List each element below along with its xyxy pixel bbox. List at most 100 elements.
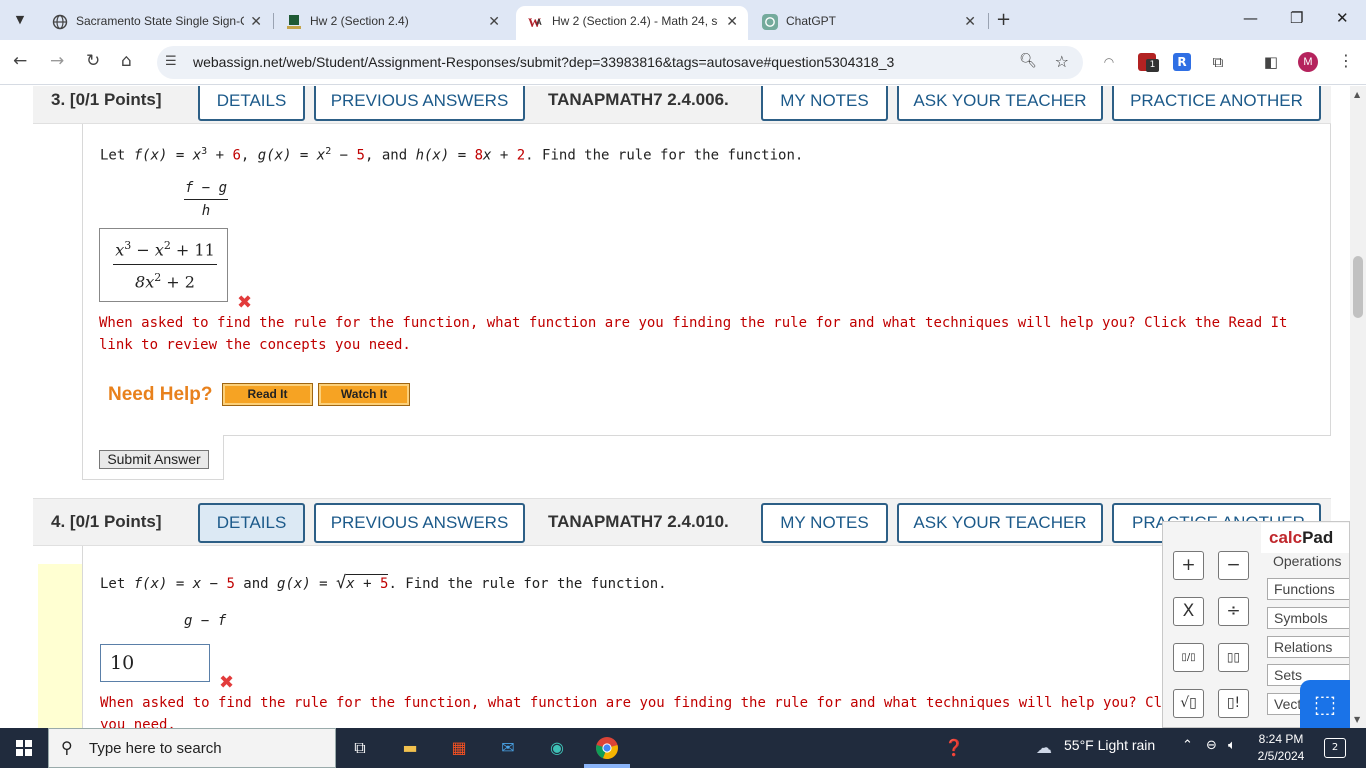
multiply-button[interactable]: X [1173, 597, 1204, 626]
clock-time: 8:24 PM [1258, 732, 1304, 746]
chrome-browser-icon[interactable] [595, 736, 619, 760]
url-text[interactable]: webassign.net/web/Student/Assignment-Res… [193, 54, 894, 70]
new-tab-icon[interactable]: + [996, 9, 1011, 30]
task-view-icon[interactable]: ⧉ [348, 736, 372, 760]
extension-shield-icon[interactable]: 1 [1138, 53, 1159, 72]
microsoft-store-icon[interactable]: ▦ [447, 736, 471, 760]
extensions-puzzle-icon[interactable]: ⧉ [1209, 53, 1227, 71]
webassign-icon: WA [528, 15, 542, 30]
network-icon[interactable]: ⊖ [1206, 738, 1217, 753]
expression-denominator: h [201, 203, 211, 219]
extension-r-icon[interactable]: R [1173, 53, 1191, 71]
taskbar-search-box[interactable]: ⚲ Type here to search [48, 728, 336, 768]
zoom-icon[interactable]: 🔍︎ [1019, 53, 1037, 69]
exponent-button[interactable]: ▯▯ [1218, 643, 1249, 672]
tab-title: Hw 2 (Section 2.4) [310, 14, 409, 28]
weather-text[interactable]: 55°F Light rain [1064, 737, 1155, 753]
details-button[interactable]: DETAILS [198, 503, 305, 543]
question-3-answer-box[interactable]: x3 − x2 + 11 8x2 + 2 [99, 228, 228, 302]
mail-icon[interactable]: ✉ [496, 736, 520, 760]
expression-numerator: f − g [184, 180, 228, 196]
close-tab-icon[interactable]: ✕ [964, 13, 976, 30]
system-clock[interactable]: 8:24 PM 2/5/2024 [1252, 731, 1310, 765]
calcpad-menu-symbols[interactable]: Symbols [1267, 607, 1349, 629]
question-3-feedback: When asked to find the rule for the func… [99, 315, 1288, 353]
tab-webassign-hw2[interactable]: WA Hw 2 (Section 2.4) - Math 24, se ✕ [516, 6, 748, 40]
address-bar[interactable]: ☰ webassign.net/web/Student/Assignment-R… [157, 46, 1083, 79]
incorrect-x-icon: ✖ [237, 292, 253, 313]
volume-icon[interactable]: 🔈︎ [1228, 738, 1236, 753]
tab-sacstate-sso[interactable]: Sacramento State Single Sign-O ✕ [40, 6, 272, 40]
ask-your-teacher-button[interactable]: ASK YOUR TEACHER [897, 86, 1103, 121]
tab-hw2-section[interactable]: Hw 2 (Section 2.4) ✕ [274, 6, 510, 40]
home-icon[interactable]: ⌂ [121, 51, 132, 71]
page-scrollbar[interactable]: ▲ ▼ [1350, 86, 1366, 728]
plus-button[interactable]: + [1173, 551, 1204, 580]
submit-area: Submit Answer [82, 435, 224, 480]
read-it-button[interactable]: Read It [222, 383, 313, 406]
tab-divider [988, 13, 989, 29]
previous-answers-button[interactable]: PREVIOUS ANSWERS [314, 503, 525, 543]
close-tab-icon[interactable]: ✕ [488, 13, 500, 30]
details-button[interactable]: DETAILS [198, 86, 305, 121]
minus-button[interactable]: − [1218, 551, 1249, 580]
chatgpt-icon [762, 14, 778, 30]
question-code: TANAPMATH7 2.4.010. [548, 512, 729, 531]
restore-icon[interactable]: ❐ [1290, 9, 1303, 27]
my-notes-button[interactable]: MY NOTES [761, 86, 888, 121]
tab-search-button[interactable]: ▼ [8, 9, 32, 31]
windows-start-icon[interactable] [0, 728, 48, 768]
close-window-icon[interactable]: ✕ [1336, 9, 1349, 27]
windows-taskbar: ⚲ Type here to search ⧉ ▬ ▦ ✉ ◉ ❓ ☁ 55°F… [0, 728, 1366, 768]
bookmark-star-icon[interactable]: ☆ [1055, 52, 1069, 71]
my-notes-button[interactable]: MY NOTES [761, 503, 888, 543]
question-4-answer-input[interactable]: 10 [100, 644, 210, 682]
calcpad-menu-functions[interactable]: Functions [1267, 578, 1349, 600]
practice-another-button[interactable]: PRACTICE ANOTHER [1112, 86, 1321, 121]
scrollbar-thumb[interactable] [1353, 256, 1363, 318]
clock-date: 2/5/2024 [1257, 749, 1305, 763]
page-content: 3. [0/1 Points] DETAILS PREVIOUS ANSWERS… [0, 86, 1350, 728]
ask-your-teacher-button[interactable]: ASK YOUR TEACHER [897, 503, 1103, 543]
answer-denominator: 8x2 + 2 [135, 271, 195, 292]
browser-tab-strip: ▼ Sacramento State Single Sign-O ✕ Hw 2 … [0, 0, 1366, 40]
fraction-button[interactable]: ▯/▯ [1173, 643, 1204, 672]
calcpad-menu-relations[interactable]: Relations [1267, 636, 1349, 658]
question-4-prompt: Let f(x) = x − 5 and g(x) = √x + 5. Find… [100, 573, 667, 593]
need-help-label: Need Help? [108, 384, 213, 405]
browser-menu-icon[interactable]: ⋮ [1338, 51, 1354, 70]
answer-numerator: x3 − x2 + 11 [115, 239, 215, 260]
factorial-button[interactable]: ▯! [1218, 689, 1249, 718]
profile-avatar[interactable]: M [1298, 52, 1318, 72]
edge-browser-icon[interactable]: ◉ [545, 736, 569, 760]
forward-arrow-icon[interactable]: → [50, 51, 64, 71]
submit-answer-button[interactable]: Submit Answer [99, 450, 209, 469]
previous-answers-button[interactable]: PREVIOUS ANSWERS [314, 86, 525, 121]
file-explorer-icon[interactable]: ▬ [398, 736, 422, 760]
question-4-side-bar [38, 564, 82, 728]
notifications-icon[interactable]: 2 [1324, 738, 1346, 758]
square-root-button[interactable]: √▯ [1173, 689, 1204, 718]
question-4-expression: g − f [184, 613, 227, 629]
help-icon[interactable]: ❓ [942, 736, 966, 760]
divide-button[interactable]: ÷ [1218, 597, 1249, 626]
extension-badge: 1 [1146, 59, 1159, 72]
scroll-down-icon[interactable]: ▼ [1354, 715, 1360, 724]
close-tab-icon[interactable]: ✕ [726, 13, 738, 30]
tab-title: Hw 2 (Section 2.4) - Math 24, se [552, 14, 718, 28]
site-settings-icon[interactable]: ☰ [165, 54, 177, 69]
watch-it-button[interactable]: Watch It [318, 383, 410, 406]
question-4-header: 4. [0/1 Points] DETAILS PREVIOUS ANSWERS… [33, 498, 1331, 546]
extension-arc-icon[interactable]: ◠ [1100, 53, 1118, 71]
tab-chatgpt[interactable]: ChatGPT ✕ [750, 6, 986, 40]
scroll-up-icon[interactable]: ▲ [1354, 90, 1360, 99]
tray-expand-icon[interactable]: ⌃ [1182, 738, 1193, 753]
reload-icon[interactable]: ↻ [86, 51, 100, 71]
side-panel-icon[interactable]: ◧ [1262, 53, 1280, 71]
browser-toolbar: ← → ↻ ⌂ ☰ webassign.net/web/Student/Assi… [0, 40, 1366, 85]
screen-capture-icon[interactable]: ⬚ [1300, 680, 1350, 728]
back-arrow-icon[interactable]: ← [13, 51, 27, 71]
calcpad-menu-operations[interactable]: Operations [1267, 551, 1349, 573]
close-tab-icon[interactable]: ✕ [250, 13, 262, 30]
minimize-icon[interactable]: — [1243, 9, 1258, 27]
